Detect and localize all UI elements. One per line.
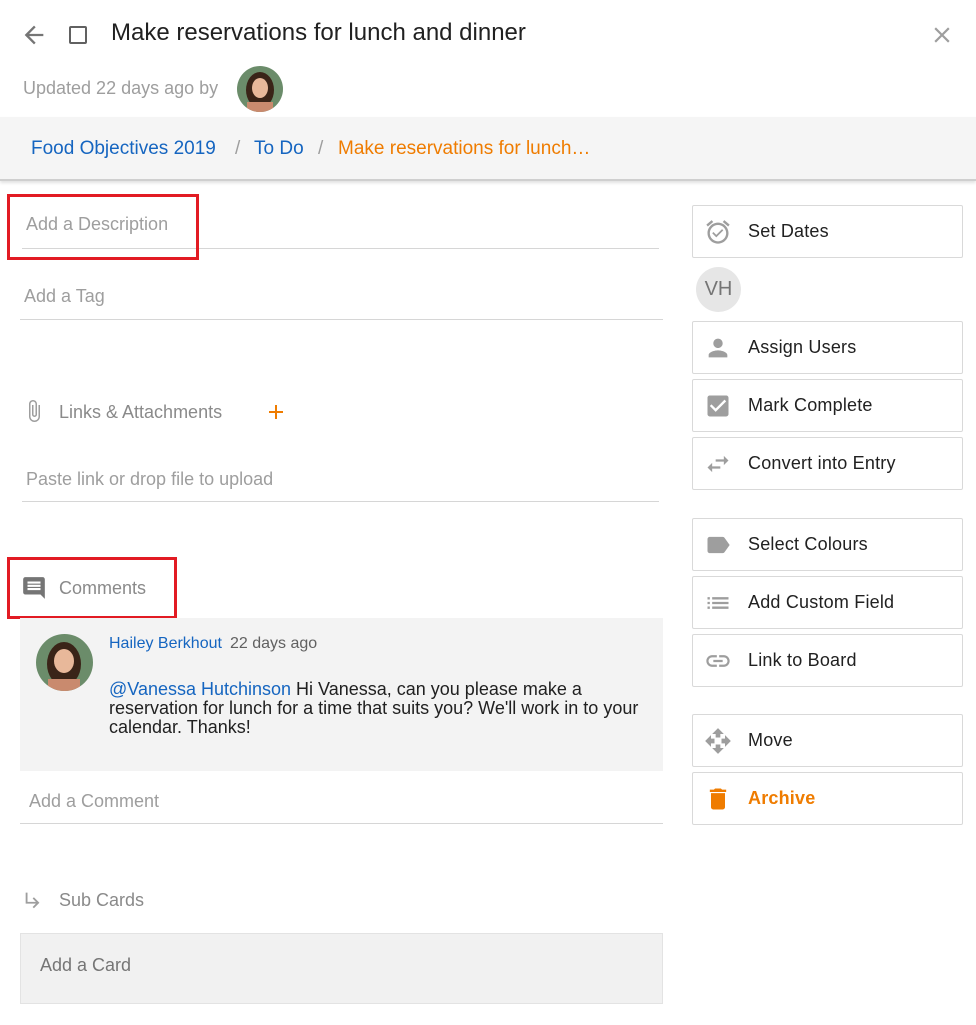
back-arrow-icon[interactable]	[20, 21, 48, 49]
breadcrumb-separator: /	[235, 138, 241, 159]
add-custom-field-label: Add Custom Field	[748, 592, 895, 612]
select-colours-label: Select Colours	[748, 534, 868, 554]
set-dates-button[interactable]: Set Dates	[692, 205, 963, 258]
updated-text: Updated 22 days ago by	[23, 78, 219, 98]
paperclip-icon	[29, 400, 40, 422]
comment-timestamp: 22 days ago	[230, 635, 318, 652]
move-label: Move	[748, 730, 793, 750]
comment-input[interactable]: Add a Comment	[29, 791, 159, 812]
updater-avatar[interactable]	[237, 66, 283, 112]
archive-button[interactable]: Archive	[692, 772, 963, 825]
assignee-avatar[interactable]: VH	[696, 267, 741, 312]
comment-mention[interactable]: @Vanessa Hutchinson	[109, 679, 291, 699]
attachment-input[interactable]: Paste link or drop file to upload	[26, 469, 273, 490]
link-icon	[706, 655, 730, 667]
add-custom-field-button[interactable]: Add Custom Field	[692, 576, 963, 629]
alarm-icon	[706, 220, 730, 244]
add-card-input[interactable]: Add a Card	[20, 933, 663, 1004]
move-arrows-icon	[705, 728, 731, 754]
assign-users-button[interactable]: Assign Users	[692, 321, 963, 374]
trash-icon	[709, 788, 727, 810]
person-icon	[708, 338, 728, 358]
highlight-box-comments	[7, 557, 177, 619]
comment-author-avatar[interactable]	[36, 634, 93, 691]
mark-complete-button[interactable]: Mark Complete	[692, 379, 963, 432]
swap-arrows-icon	[707, 455, 729, 473]
select-colours-button[interactable]: Select Colours	[692, 518, 963, 571]
breadcrumb-list[interactable]: To Do	[254, 138, 304, 160]
label-tag-icon	[707, 536, 730, 554]
attachment-underline	[22, 501, 659, 502]
breadcrumb: Food Objectives 2019 / To Do / Make rese…	[0, 117, 976, 181]
comment-author[interactable]: Hailey Berkhout	[109, 635, 222, 653]
complete-checkbox[interactable]	[69, 26, 87, 44]
attachments-label: Links & Attachments	[59, 402, 223, 422]
comment-item: Hailey Berkhout 22 days ago @Vanessa Hut…	[20, 618, 663, 771]
tag-underline	[20, 319, 663, 320]
move-button[interactable]: Move	[692, 714, 963, 767]
tag-input[interactable]: Add a Tag	[24, 286, 105, 307]
set-dates-label: Set Dates	[748, 221, 829, 241]
convert-entry-label: Convert into Entry	[748, 453, 896, 473]
add-card-placeholder: Add a Card	[40, 955, 132, 975]
breadcrumb-separator: /	[318, 138, 324, 159]
check-box-icon	[707, 395, 729, 417]
list-icon	[707, 597, 729, 609]
breadcrumb-current: Make reservations for lunch…	[338, 138, 591, 159]
mark-complete-label: Mark Complete	[748, 395, 873, 415]
add-attachment-icon[interactable]	[264, 400, 288, 424]
link-to-board-label: Link to Board	[748, 650, 857, 670]
link-to-board-button[interactable]: Link to Board	[692, 634, 963, 687]
card-header: Make reservations for lunch and dinner U…	[0, 0, 976, 117]
close-icon[interactable]	[929, 22, 955, 48]
highlight-box-description	[7, 194, 199, 260]
subcards-label: Sub Cards	[59, 890, 145, 910]
comment-underline	[20, 823, 663, 824]
assign-users-label: Assign Users	[748, 337, 857, 357]
subdirectory-arrow-icon	[25, 892, 40, 909]
card-title[interactable]: Make reservations for lunch and dinner	[111, 19, 526, 47]
comment-text: @Vanessa Hutchinson Hi Vanessa, can you …	[109, 680, 649, 737]
convert-entry-button[interactable]: Convert into Entry	[692, 437, 963, 490]
archive-label: Archive	[748, 788, 816, 808]
breadcrumb-board[interactable]: Food Objectives 2019	[31, 138, 216, 160]
